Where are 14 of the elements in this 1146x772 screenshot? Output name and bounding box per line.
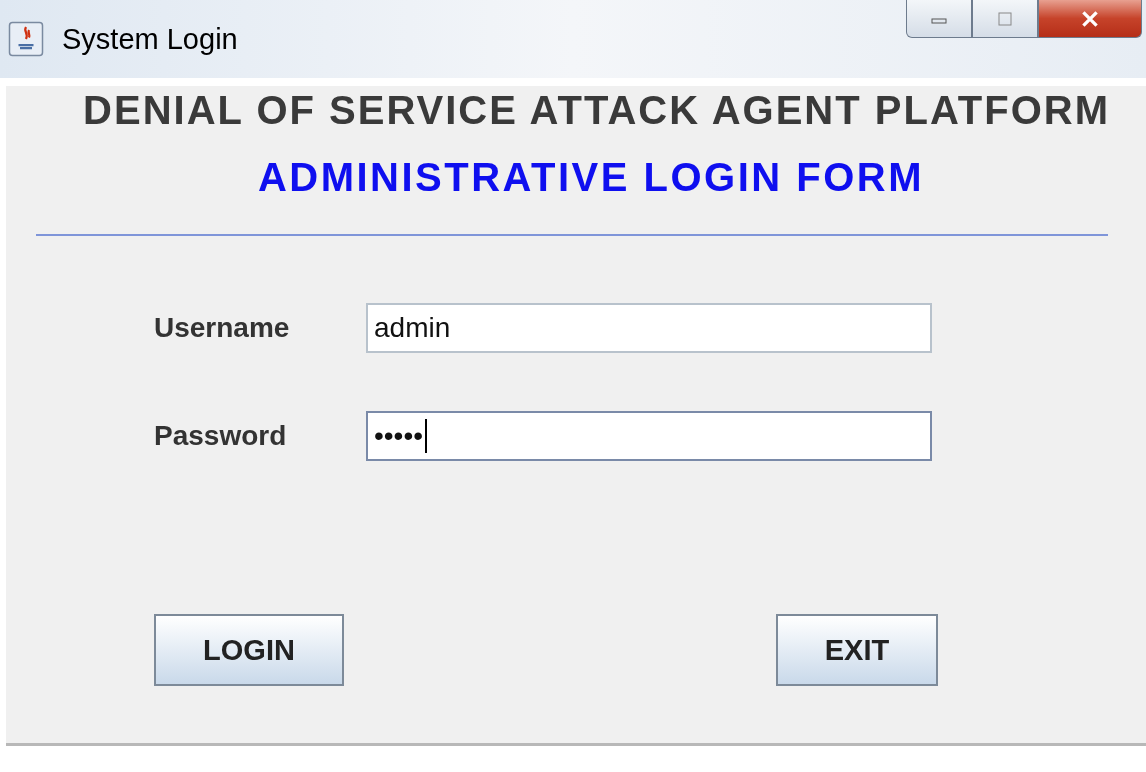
minimize-button[interactable] <box>906 0 972 38</box>
close-button[interactable] <box>1038 0 1142 38</box>
platform-heading: DENIAL OF SERVICE ATTACK AGENT PLATFORM <box>82 87 1111 133</box>
field-label: Password <box>154 420 288 452</box>
field-label: Username <box>154 312 291 344</box>
form-button[interactable]: LOGIN <box>154 614 344 686</box>
input-field[interactable]: ••••• <box>366 411 932 461</box>
app-icon <box>8 21 44 57</box>
maximize-button[interactable] <box>972 0 1038 38</box>
input-field[interactable]: admin <box>366 303 932 353</box>
maximize-icon <box>995 10 1015 27</box>
window-title: System Login <box>62 22 238 56</box>
form-button[interactable]: EXIT <box>776 614 938 686</box>
form-heading: ADMINISTRATIVE LOGIN FORM <box>256 155 926 200</box>
